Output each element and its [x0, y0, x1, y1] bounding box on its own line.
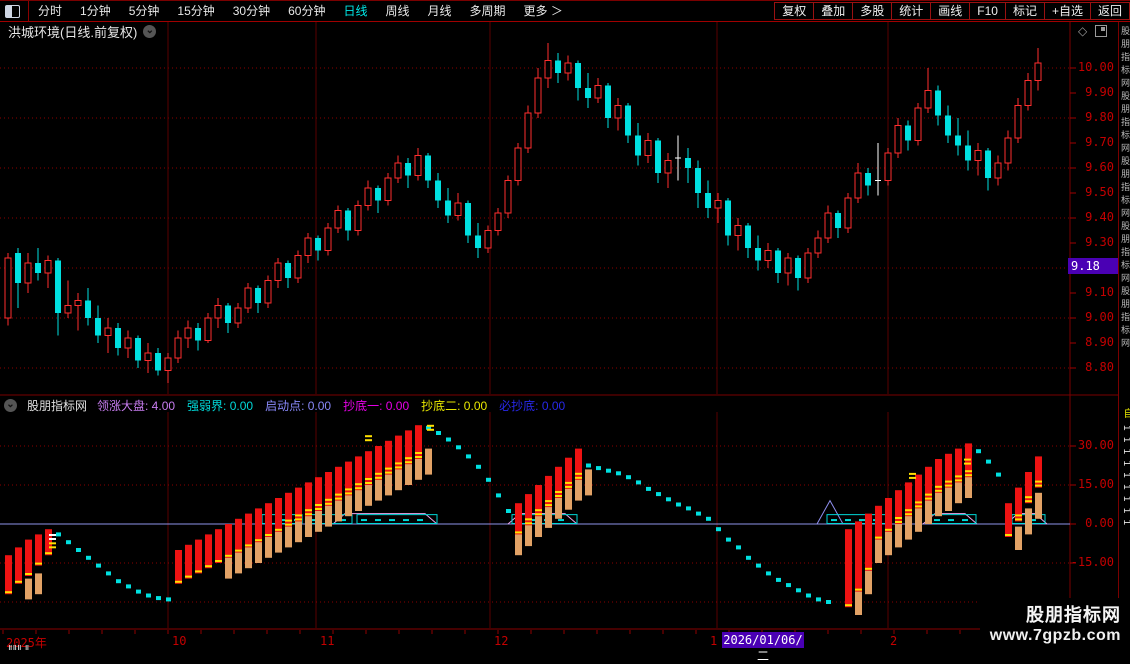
toolbar-button-mark[interactable]: 标记	[1004, 2, 1045, 20]
period-tab-weekly[interactable]: 周线	[376, 2, 418, 21]
right-strip-digits: 自111111111	[1119, 408, 1130, 598]
right-strip-vertical-text: 股朋指标网股朋指标网股朋指标网股朋指标网股朋指标网	[1120, 26, 1130, 351]
period-toolbar: 分时 1分钟 5分钟 15分钟 30分钟 60分钟 日线 周线 月线 多周期 更多 ＞ 复权 叠加 多股…	[0, 0, 1130, 22]
watermark-url: www.7gpzb.com	[989, 627, 1121, 644]
period-tab-daily[interactable]: 日线	[334, 2, 376, 21]
clipped-status-text: ‖‖‖ ‖	[8, 645, 128, 650]
period-tabs: 分时 1分钟 5分钟 15分钟 30分钟 60分钟 日线 周线 月线 多周期 更多 ＞	[29, 1, 572, 21]
toolbar-button-back[interactable]: 返回	[1089, 2, 1130, 20]
collapse-chevron-icon[interactable]: ⌄	[143, 25, 157, 38]
period-tab-5min[interactable]: 5分钟	[120, 2, 169, 21]
period-tab-monthly[interactable]: 月线	[419, 2, 461, 21]
period-tab-30min[interactable]: 30分钟	[224, 2, 279, 21]
indicator-field-1: 强弱界: 0.00	[187, 399, 254, 413]
toolbar-button-f10[interactable]: F10	[969, 2, 1006, 20]
diamond-icon[interactable]: ◇	[1078, 24, 1087, 38]
period-tab-1min[interactable]: 1分钟	[71, 2, 120, 21]
toolbar-button-stats[interactable]: 统计	[891, 2, 932, 20]
period-tab-multi-period[interactable]: 多周期	[461, 2, 515, 21]
toolbar-button-draw-line[interactable]: 画线	[930, 2, 971, 20]
main-chart-area[interactable]	[0, 21, 1070, 394]
indicator-field-3: 抄底一: 0.00	[343, 399, 410, 413]
chart-title: 洪城环境(日线.前复权)	[8, 25, 138, 40]
period-tab-time-sharing[interactable]: 分时	[29, 2, 71, 21]
indicator-collapse-icon[interactable]: ⌄	[4, 399, 17, 412]
right-strip-ones: 111111111	[1121, 425, 1130, 533]
title-bar: 洪城环境(日线.前复权) ⌄	[8, 22, 157, 41]
indicator-values: 领涨大盘: 4.00 强弱界: 0.00 启动点: 0.00 抄底一: 0.00 抄底二…	[97, 397, 577, 414]
window-icon[interactable]	[5, 4, 20, 18]
price-highlight-badge: 9.18	[1068, 257, 1118, 274]
toolbar-button-add-watchlist[interactable]: +自选	[1043, 2, 1091, 20]
action-buttons: 复权 叠加 多股 统计 画线 F10 标记 +自选 返回	[774, 1, 1130, 21]
indicator-header: ⌄ 股朋指标网 领涨大盘: 4.00 强弱界: 0.00 启动点: 0.00 抄底一:…	[4, 397, 577, 414]
period-tab-more[interactable]: 更多 ＞	[515, 2, 572, 21]
indicator-pane[interactable]	[0, 412, 1070, 628]
period-tab-15min[interactable]: 15分钟	[168, 2, 223, 21]
toolbar-button-overlay[interactable]: 叠加	[813, 2, 854, 20]
right-strip-header-char: 自	[1121, 408, 1130, 425]
title-corner-icons: ◇	[1078, 24, 1108, 38]
indicator-field-0: 领涨大盘: 4.00	[97, 399, 176, 413]
indicator-field-2: 启动点: 0.00	[265, 399, 332, 413]
indicator-field-4: 抄底二: 0.00	[421, 399, 488, 413]
popout-window-icon[interactable]	[1095, 25, 1108, 37]
indicator-source-label: 股朋指标网	[27, 399, 88, 413]
toolbar-button-multi-stock[interactable]: 多股	[852, 2, 893, 20]
watermark-site-name: 股朋指标网	[1026, 605, 1121, 625]
stock-chart-window: 分时 1分钟 5分钟 15分钟 30分钟 60分钟 日线 周线 月线 多周期 更多 ＞ 复权 叠加 多股…	[0, 0, 1130, 663]
date-highlight-badge: 2026/01/06/二	[722, 632, 804, 663]
toolbar-button-adjust[interactable]: 复权	[774, 2, 815, 20]
period-tab-60min[interactable]: 60分钟	[279, 2, 334, 21]
watermark-panel: 股朋指标网 www.7gpzb.com	[980, 598, 1130, 650]
indicator-field-5: 必抄底: 0.00	[499, 399, 566, 413]
